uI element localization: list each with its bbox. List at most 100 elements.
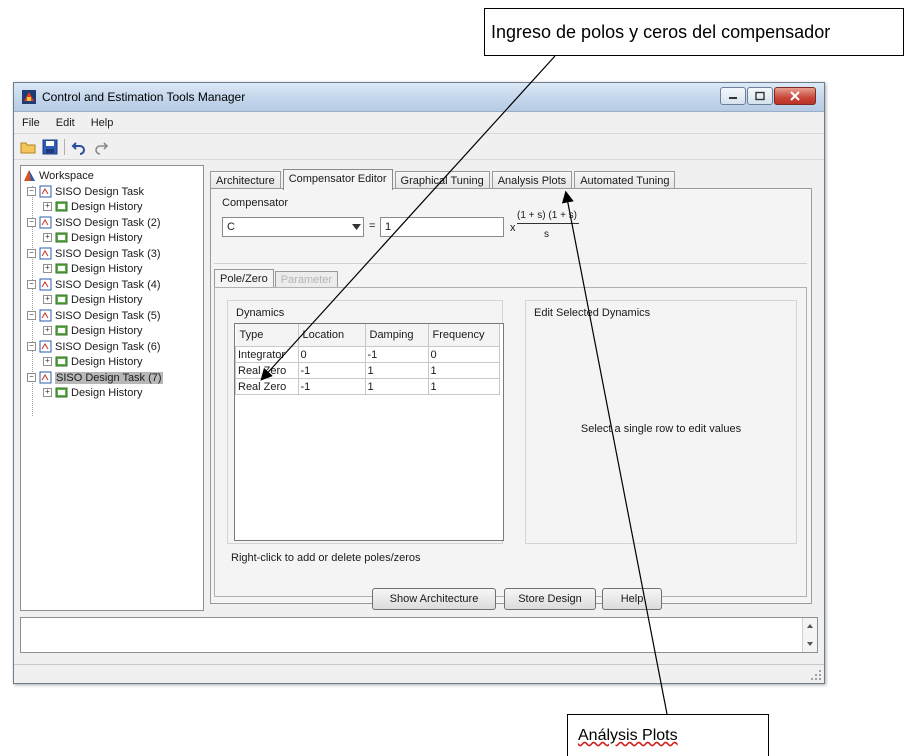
tree-history-label: Design History	[71, 262, 143, 275]
table-cell[interactable]: 1	[427, 378, 500, 395]
tab-pole-zero[interactable]: Pole/Zero	[214, 269, 274, 287]
collapse-toggle[interactable]: −	[27, 342, 36, 351]
table-cell[interactable]: Real Zero	[235, 378, 299, 395]
main-tabs: Architecture Compensator Editor Graphica…	[210, 169, 677, 190]
table-row[interactable]: Real Zero -1 1 1	[235, 378, 500, 395]
collapse-toggle[interactable]: −	[27, 249, 36, 258]
design-history-icon	[55, 356, 68, 367]
table-cell[interactable]: 0	[427, 346, 500, 363]
compensator-group: Compensator C = 1 x (1 + s) (1 + s) s	[214, 191, 807, 264]
tab-analysis-plots[interactable]: Analysis Plots	[491, 171, 573, 189]
store-design-button[interactable]: Store Design	[504, 588, 596, 610]
chevron-down-icon	[352, 224, 361, 230]
minimize-icon	[729, 97, 737, 99]
tree-history-6[interactable]: + Design History	[43, 354, 143, 369]
table-row[interactable]: Integrator 0 -1 0	[235, 346, 500, 363]
status-text-area[interactable]	[20, 617, 818, 653]
expand-toggle[interactable]: +	[43, 357, 52, 366]
compensator-select[interactable]: C	[222, 217, 364, 237]
column-header-damping[interactable]: Damping	[365, 324, 429, 347]
show-architecture-button[interactable]: Show Architecture	[372, 588, 496, 610]
status-bar	[14, 664, 824, 683]
table-cell[interactable]: Integrator	[235, 346, 299, 363]
column-header-frequency[interactable]: Frequency	[428, 324, 500, 347]
tree-history-3[interactable]: + Design History	[43, 261, 143, 276]
tree-history-4[interactable]: + Design History	[43, 292, 143, 307]
collapse-toggle[interactable]: −	[27, 218, 36, 227]
menu-help[interactable]: Help	[83, 117, 122, 129]
expand-toggle[interactable]: +	[43, 264, 52, 273]
collapse-toggle[interactable]: −	[27, 373, 36, 382]
annotation-callout-top: Ingreso de polos y ceros del compensador	[484, 8, 904, 56]
tree-task-label: SISO Design Task (3)	[55, 247, 161, 260]
expand-toggle[interactable]: +	[43, 295, 52, 304]
collapse-toggle[interactable]: −	[27, 187, 36, 196]
dynamics-table-container: Type Location Damping Frequency Integrat…	[234, 323, 504, 541]
table-cell[interactable]: -1	[297, 378, 366, 395]
tree-task-2[interactable]: − SISO Design Task (2)	[27, 215, 161, 230]
table-cell[interactable]: 0	[297, 346, 366, 363]
expand-toggle[interactable]: +	[43, 233, 52, 242]
window-controls	[719, 87, 816, 105]
minimize-button[interactable]	[720, 87, 746, 105]
edit-dynamics-message: Select a single row to edit values	[580, 423, 742, 435]
expand-toggle[interactable]: +	[43, 202, 52, 211]
menu-edit[interactable]: Edit	[48, 117, 83, 129]
status-scrollbar[interactable]	[802, 618, 817, 652]
tree-history-1[interactable]: + Design History	[43, 199, 143, 214]
tree-task-7[interactable]: − SISO Design Task (7)	[27, 370, 163, 385]
app-icon	[22, 90, 36, 104]
tab-architecture[interactable]: Architecture	[210, 171, 281, 189]
table-cell[interactable]: -1	[364, 346, 429, 363]
table-cell[interactable]: Real Zero	[235, 362, 299, 379]
column-header-type[interactable]: Type	[235, 324, 299, 347]
tab-parameter[interactable]: Parameter	[274, 271, 339, 287]
maximize-button[interactable]	[747, 87, 773, 105]
column-header-location[interactable]: Location	[298, 324, 366, 347]
tab-graphical-tuning[interactable]: Graphical Tuning	[394, 171, 490, 189]
help-button[interactable]: Help	[602, 588, 662, 610]
design-history-icon	[55, 387, 68, 398]
table-cell[interactable]: 1	[364, 378, 429, 395]
save-icon[interactable]	[42, 139, 58, 155]
collapse-toggle[interactable]: −	[27, 311, 36, 320]
collapse-toggle[interactable]: −	[27, 280, 36, 289]
table-cell[interactable]: 1	[364, 362, 429, 379]
design-history-icon	[55, 263, 68, 274]
tree-task-label: SISO Design Task (5)	[55, 309, 161, 322]
siso-task-icon	[39, 185, 52, 198]
tab-compensator-editor[interactable]: Compensator Editor	[282, 169, 393, 190]
title-bar[interactable]: Control and Estimation Tools Manager	[14, 83, 824, 112]
tree-task-5[interactable]: − SISO Design Task (5)	[27, 308, 161, 323]
tab-automated-tuning[interactable]: Automated Tuning	[574, 171, 676, 189]
expand-toggle[interactable]: +	[43, 326, 52, 335]
tree-task-6[interactable]: − SISO Design Task (6)	[27, 339, 161, 354]
tree-root[interactable]: Workspace	[23, 168, 94, 183]
table-cell[interactable]: -1	[297, 362, 366, 379]
undo-icon[interactable]	[71, 139, 87, 155]
gain-value: 1	[385, 221, 392, 233]
tree-history-2[interactable]: + Design History	[43, 230, 143, 245]
tree-history-7[interactable]: + Design History	[43, 385, 143, 400]
tree-history-5[interactable]: + Design History	[43, 323, 143, 338]
siso-task-icon	[39, 247, 52, 260]
resize-grip-icon[interactable]	[810, 669, 822, 681]
expand-toggle[interactable]: +	[43, 388, 52, 397]
redo-icon[interactable]	[93, 139, 109, 155]
tree-task-4[interactable]: − SISO Design Task (4)	[27, 277, 161, 292]
fraction-bar	[517, 223, 579, 224]
dynamics-table[interactable]: Type Location Damping Frequency Integrat…	[235, 324, 500, 395]
open-folder-icon[interactable]	[20, 139, 36, 155]
gain-input[interactable]: 1	[380, 217, 504, 237]
close-button[interactable]	[774, 87, 816, 105]
workspace-icon	[24, 170, 35, 181]
tree-task-label-selected: SISO Design Task (7)	[55, 371, 163, 384]
table-row[interactable]: Real Zero -1 1 1	[235, 362, 500, 379]
tree-task-1[interactable]: − SISO Design Task	[27, 184, 144, 199]
transfer-function-numerator: (1 + s) (1 + s)	[517, 210, 578, 221]
menu-file[interactable]: File	[14, 117, 48, 129]
tree-task-3[interactable]: − SISO Design Task (3)	[27, 246, 161, 261]
table-cell[interactable]: 1	[427, 362, 500, 379]
siso-task-icon	[39, 340, 52, 353]
annotation-text-top: Ingreso de polos y ceros del compensador	[491, 21, 831, 42]
